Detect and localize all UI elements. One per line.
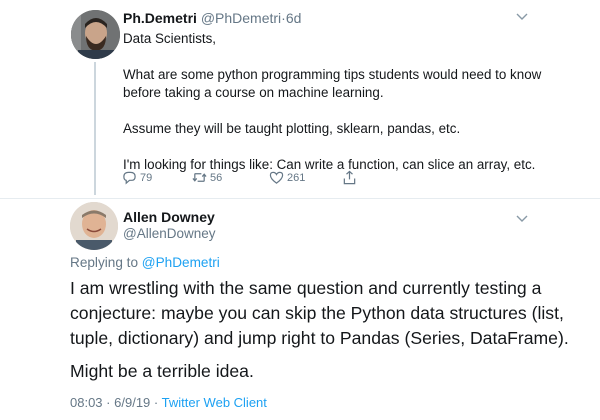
tweet-line: Might be a terrible idea. [70,361,254,381]
share-icon [343,170,356,185]
author-name[interactable]: Allen Downey [123,209,215,225]
tweet-text: Data Scientists, What are some python pr… [123,30,543,174]
tweet-text: I am wrestling with the same question an… [70,276,580,384]
reply-icon [123,171,136,185]
retweet-count: 56 [210,171,223,184]
tweet-line: conjecture: maybe you can skip the Pytho… [70,303,564,323]
tweet-line: I'm looking for things like: Can write a… [123,157,536,172]
tweet-line: before taking a course on machine learni… [123,85,384,100]
divider [0,198,600,199]
source-app-link[interactable]: Twitter Web Client [162,395,267,410]
reply-button[interactable]: 79 [122,170,152,185]
thread-line [94,62,96,195]
tweet-line: What are some python programming tips st… [123,67,542,82]
chevron-down-icon[interactable] [516,12,528,24]
avatar-photo [71,10,120,59]
retweet-icon [192,173,207,182]
dot-separator: · [106,395,111,410]
replying-to: Replying to @PhDemetri [70,255,220,270]
like-count: 261 [287,171,306,184]
avatar[interactable] [71,10,120,59]
author-handle[interactable]: @PhDemetri [201,10,281,26]
avatar[interactable] [70,202,118,250]
replying-to-label: Replying to [70,255,139,270]
tweet-line: Data Scientists, [123,31,217,46]
avatar-photo [70,202,118,250]
tweet-line: tuple, dictionary) and jump right to Pan… [70,328,569,348]
heart-icon [269,171,284,184]
dot-separator: · [153,395,159,410]
tweet-line: I am wrestling with the same question an… [70,278,542,298]
tweet-date[interactable]: 6/9/19 [114,395,150,410]
tweet-line: Assume they will be taught plotting, skl… [123,121,461,136]
author-name[interactable]: Ph.Demetri [123,10,197,26]
replying-to-link[interactable]: @PhDemetri [142,255,220,270]
tweet-time[interactable]: 08:03 [70,395,103,410]
chevron-down-icon[interactable] [516,214,528,226]
tweet-header: Ph.Demetri @PhDemetri·6d [123,10,301,26]
tweet-meta: 08:03 · 6/9/19 · Twitter Web Client [70,395,267,410]
like-button[interactable]: 261 [269,170,305,185]
retweet-button[interactable]: 56 [192,170,222,185]
reply-count: 79 [140,171,153,184]
author-handle[interactable]: @AllenDowney [123,226,216,241]
share-button[interactable] [342,170,360,185]
tweet-age[interactable]: 6d [286,10,302,26]
